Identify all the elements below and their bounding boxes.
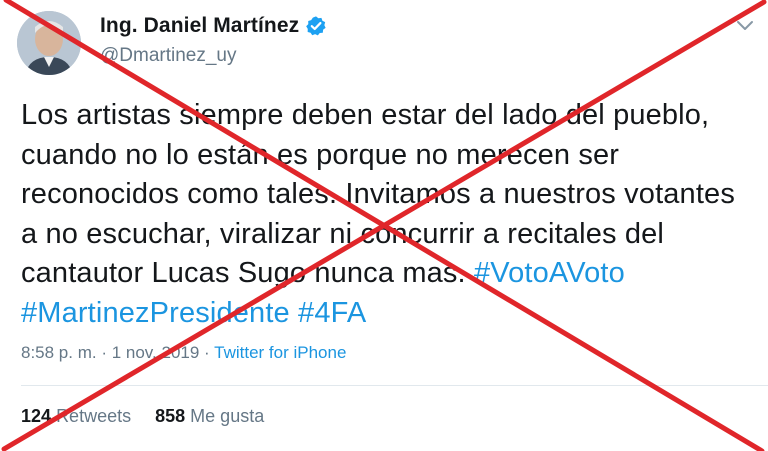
tweet-meta: 8:58 p. m. · 1 nov. 2019 · Twitter for i… [21, 343, 346, 363]
tweet-body-text: Los artistas siempre deben estar del lad… [21, 99, 735, 289]
author-name-row: Ing. Daniel Martínez [100, 14, 327, 38]
retweets-stat[interactable]: 124 Retweets [21, 406, 131, 427]
retweets-count: 124 [21, 406, 52, 426]
meta-separator: · [96, 343, 112, 362]
tweet-card: Ing. Daniel Martínez @Dmartinez_uy Los a… [0, 0, 768, 451]
hashtag-link[interactable]: #4FA [298, 297, 366, 329]
hashtag-link[interactable]: #VotoAVoto [474, 257, 625, 289]
author-display-name[interactable]: Ing. Daniel Martínez [100, 14, 299, 38]
author-handle[interactable]: @Dmartinez_uy [100, 45, 237, 67]
chevron-down-icon[interactable] [736, 20, 754, 32]
likes-label: Me gusta [190, 406, 265, 426]
top-divider [8, 0, 9, 4]
stats-divider [21, 385, 768, 386]
likes-count: 858 [155, 406, 186, 426]
tweet-time[interactable]: 8:58 p. m. [21, 343, 97, 362]
meta-separator: · [199, 343, 215, 362]
tweet-date[interactable]: 1 nov. 2019 [112, 343, 200, 362]
hashtag-link[interactable]: #MartinezPresidente [21, 297, 290, 329]
tweet-stats: 124 Retweets 858 Me gusta [21, 406, 264, 427]
avatar[interactable] [17, 11, 81, 75]
tweet-source-link[interactable]: Twitter for iPhone [214, 343, 346, 362]
retweets-label: Retweets [56, 406, 132, 426]
tweet-text: Los artistas siempre deben estar del lad… [21, 96, 741, 333]
verified-badge-icon [306, 16, 326, 36]
likes-stat[interactable]: 858 Me gusta [155, 406, 264, 427]
